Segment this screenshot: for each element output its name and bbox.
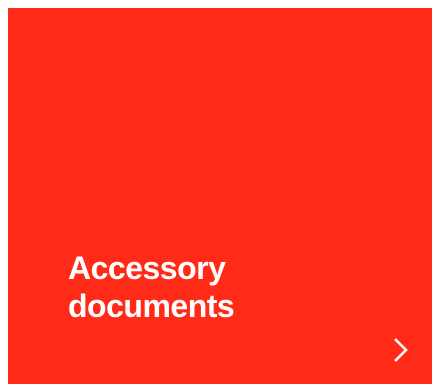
tile-title: Accessory documents	[68, 249, 368, 325]
accessory-documents-tile[interactable]: Accessory documents	[8, 8, 432, 384]
tile-title-line-1: Accessory	[68, 250, 226, 286]
chevron-right-icon[interactable]	[388, 337, 414, 363]
tile-title-line-2: documents	[68, 288, 235, 324]
